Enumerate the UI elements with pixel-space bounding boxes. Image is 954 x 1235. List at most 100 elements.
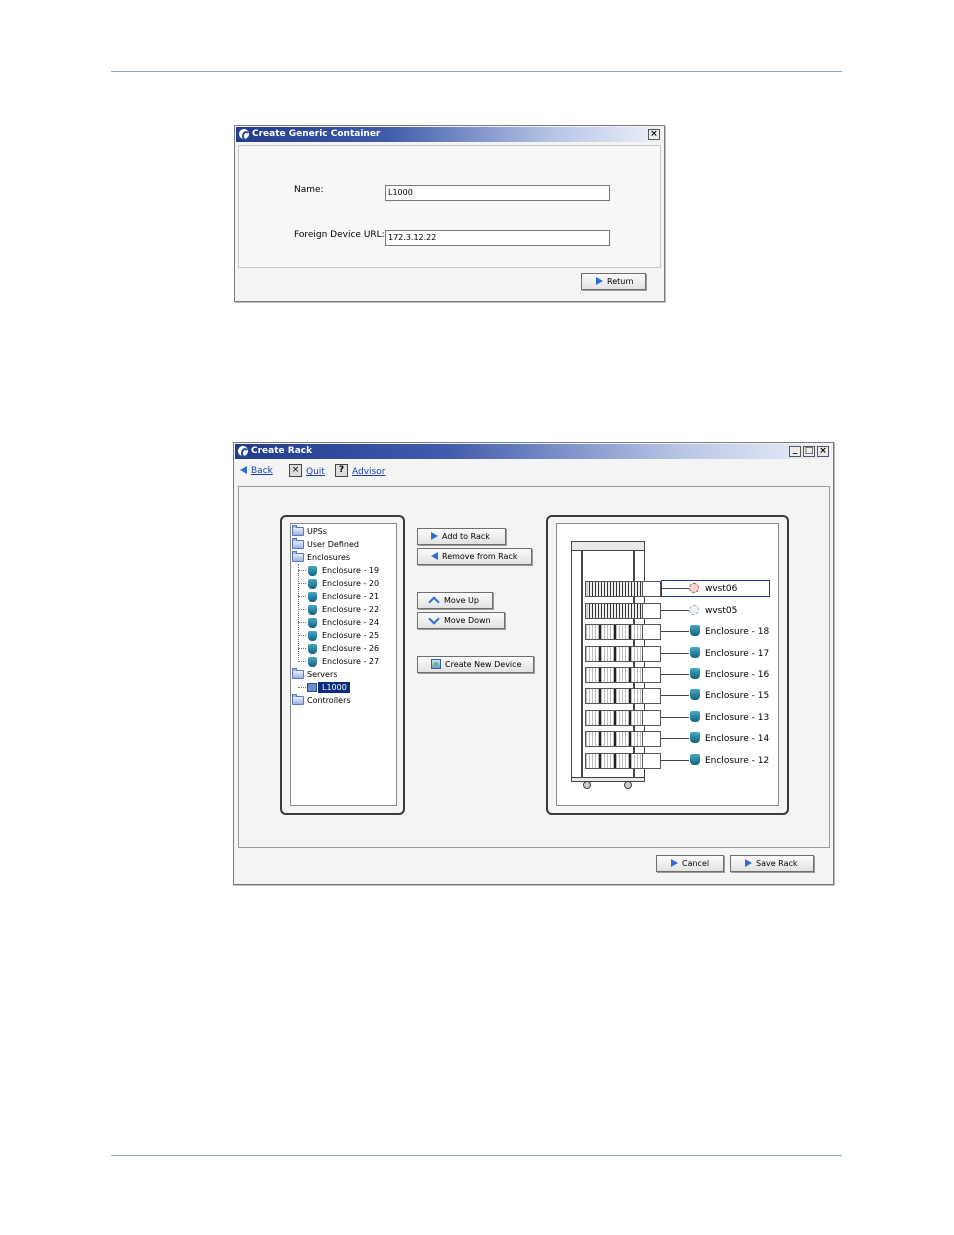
server-slot [585,581,643,597]
header-rule [111,71,842,72]
server-icon [307,683,317,692]
enclosure-slot [585,688,643,704]
tree-label: Enclosure - 20 [322,579,380,588]
connector-line [661,631,689,632]
rack-device-row[interactable]: wvst06 [585,580,775,599]
quit-label: Quit [306,467,325,477]
connector-line [661,738,689,739]
advisor-label: Advisor [352,467,386,477]
name-input[interactable]: L1000 [385,185,610,201]
device-label: Enclosure - 17 [705,649,769,659]
maximize-icon[interactable]: □ [803,446,815,457]
enclosure-icon [308,605,317,615]
add-to-rack-button[interactable]: Add to Rack [417,528,506,545]
rack-view[interactable]: wvst06 wvst05 Enclosure - 18 Enclosure -… [556,523,779,806]
name-label: Name: [294,185,324,195]
folder-icon [292,694,304,705]
quit-link[interactable]: × Quit [289,464,325,477]
folder-open-icon [292,668,304,679]
arrow-right-icon [745,858,752,867]
move-up-button[interactable]: Move Up [417,592,493,609]
device-label: Enclosure - 14 [705,734,769,744]
folder-icon [292,538,304,549]
device-tree[interactable]: UPSs User Defined Enclosures Enclosure -… [290,523,397,806]
rack-device-row[interactable]: Enclosure - 18 [585,624,775,642]
close-icon[interactable]: × [648,129,660,140]
close-icon[interactable]: × [817,446,829,457]
create-rack-dialog: Create Rack _ □ × Back × Quit ? Advisor UP… [233,442,834,885]
tree-connector [298,648,306,649]
tree-label: Servers [307,670,338,679]
move-down-button[interactable]: Move Down [417,612,505,629]
back-link[interactable]: Back [240,465,273,476]
tree-label: User Defined [307,540,359,549]
arrow-right-icon [431,531,438,540]
tree-node-enclosure[interactable]: Enclosure - 27 [291,655,395,668]
remove-from-rack-button[interactable]: Remove from Rack [417,548,532,565]
button-label: Save Rack [756,859,798,868]
enclosure-slot [585,753,643,769]
rack-foot [583,781,591,789]
rack-device-row[interactable]: Enclosure - 13 [585,710,775,728]
tree-connector [298,570,306,571]
save-rack-button[interactable]: Save Rack [730,855,814,872]
return-button[interactable]: Return [581,273,646,290]
tree-connector [298,687,306,688]
tree-node-server-selected[interactable]: L1000 [291,681,351,694]
advisor-link[interactable]: ? Advisor [335,464,386,477]
tree-connector [298,661,306,662]
device-label: Enclosure - 12 [705,756,769,766]
rack-device-row[interactable]: Enclosure - 14 [585,731,775,749]
device-tree-panel: UPSs User Defined Enclosures Enclosure -… [280,515,405,815]
enclosure-icon [690,647,700,658]
tree-node-enclosure[interactable]: Enclosure - 19 [291,564,395,577]
rack-device-row[interactable]: Enclosure - 17 [585,646,775,664]
device-label: wvst06 [705,584,738,594]
enclosure-icon [308,631,317,641]
tree-node-enclosure[interactable]: Enclosure - 22 [291,603,395,616]
device-label: wvst05 [705,606,738,616]
minimize-icon[interactable]: _ [789,446,801,457]
rack-device-row[interactable]: Enclosure - 12 [585,753,775,771]
tree-label: Enclosure - 22 [322,605,380,614]
dialog-titlebar[interactable]: Create Rack _ □ × [235,444,832,459]
dialog-title: Create Generic Container [252,129,381,139]
connector-line [661,674,689,675]
tree-node-enclosure[interactable]: Enclosure - 20 [291,577,395,590]
tree-node-enclosure[interactable]: Enclosure - 24 [291,616,395,629]
device-label: Enclosure - 18 [705,627,769,637]
quit-icon: × [289,464,302,477]
enclosure-icon [690,668,700,679]
connector-line [661,588,689,589]
connector-line [661,760,689,761]
cancel-button[interactable]: Cancel [656,855,724,872]
rack-top [571,541,645,551]
create-new-device-button[interactable]: Create New Device [417,656,534,673]
button-label: Remove from Rack [442,552,518,561]
device-label: Enclosure - 16 [705,670,769,680]
return-label: Return [607,277,634,286]
slot-bezel [642,710,661,726]
tree-node-enclosure[interactable]: Enclosure - 25 [291,629,395,642]
dialog-titlebar[interactable]: Create Generic Container × [236,127,663,142]
enclosure-icon [690,689,700,700]
slot-bezel [642,753,661,769]
rack-rail-left [581,551,583,777]
enclosure-icon [690,732,700,743]
folder-icon [292,525,304,536]
enclosure-slot [585,646,643,662]
arrow-right-icon [671,858,678,867]
create-generic-container-dialog: Create Generic Container × Name: L1000 F… [234,125,665,302]
tree-node-enclosure[interactable]: Enclosure - 21 [291,590,395,603]
tree-node-enclosure[interactable]: Enclosure - 26 [291,642,395,655]
slot-bezel [642,688,661,704]
connector-line [661,653,689,654]
rack-device-row[interactable]: Enclosure - 16 [585,667,775,685]
device-label: Enclosure - 15 [705,691,769,701]
enclosure-icon [308,644,317,654]
foreign-device-url-input[interactable]: 172.3.12.22 [385,230,610,246]
back-arrow-icon [240,465,247,474]
rack-device-row[interactable]: Enclosure - 15 [585,688,775,706]
slot-bezel [642,667,661,683]
rack-device-row[interactable]: wvst05 [585,603,775,621]
